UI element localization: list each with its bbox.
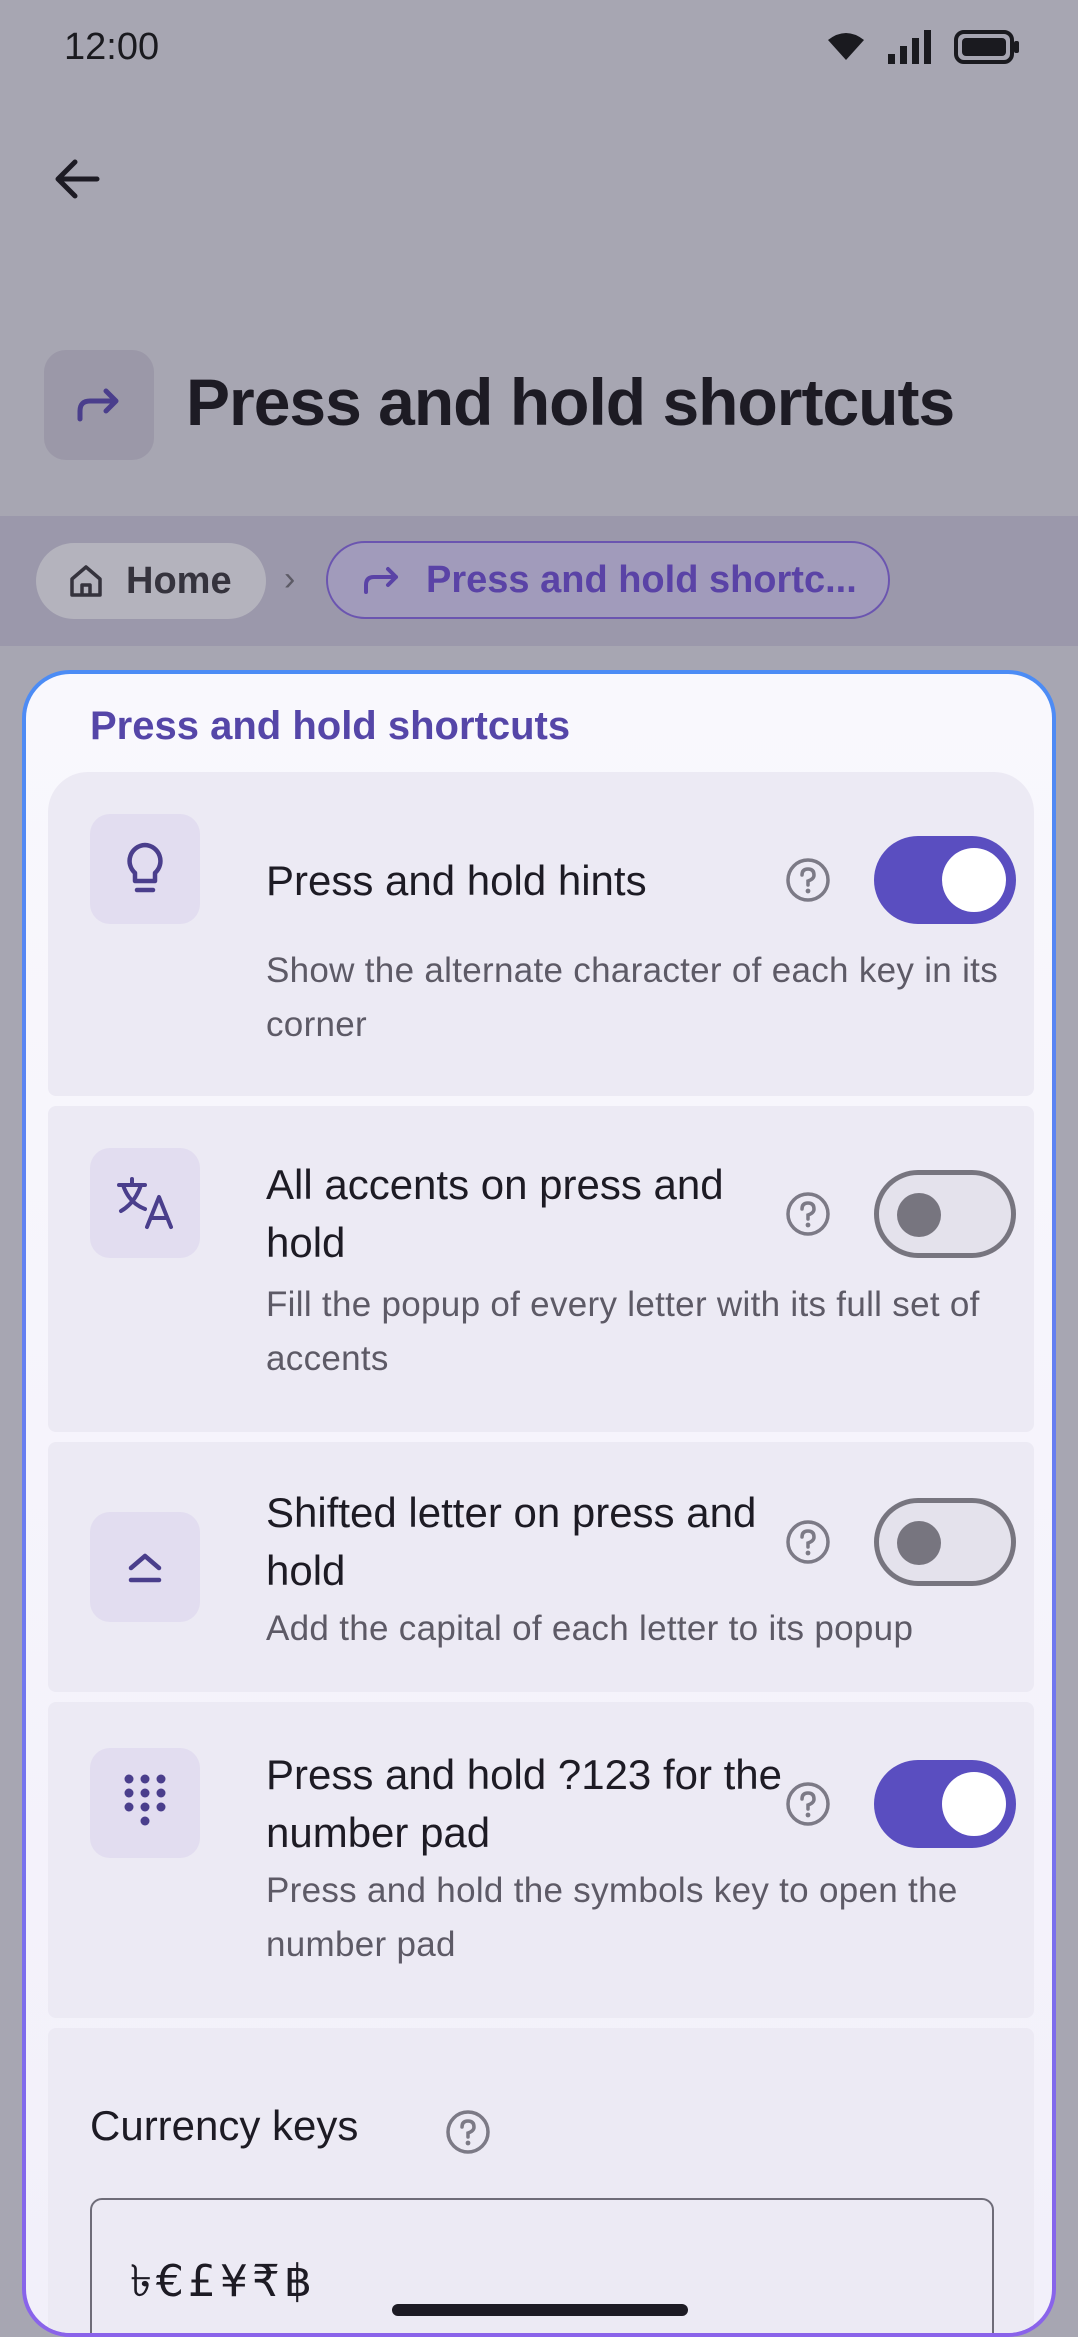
breadcrumb-home-label: Home bbox=[126, 559, 232, 602]
lightbulb-icon bbox=[127, 842, 163, 893]
toggle-knob bbox=[897, 1193, 941, 1237]
status-icons bbox=[826, 30, 1020, 64]
setting-description: Press and hold the symbols key to open t… bbox=[266, 1871, 958, 1964]
section-title: Press and hold shortcuts bbox=[90, 704, 571, 748]
setting-all-accents[interactable]: All accents on press and hold Fill the p… bbox=[48, 1106, 1034, 1432]
toggle-all-accents[interactable] bbox=[874, 1170, 1016, 1258]
status-time: 12:00 bbox=[64, 26, 160, 68]
breadcrumb-current[interactable]: Press and hold shortc... bbox=[326, 541, 890, 619]
help-icon[interactable] bbox=[784, 856, 832, 904]
currency-keys-section: Currency keys ৳€£¥₹฿ bbox=[48, 2028, 1034, 2333]
setting-icon-box bbox=[90, 1512, 200, 1622]
wifi-icon bbox=[828, 33, 864, 60]
help-icon[interactable] bbox=[784, 1190, 832, 1238]
toggle-press-and-hold-hints[interactable] bbox=[874, 836, 1016, 924]
help-icon[interactable] bbox=[784, 1780, 832, 1828]
back-button[interactable] bbox=[44, 146, 110, 212]
home-icon bbox=[70, 565, 102, 597]
battery-icon bbox=[954, 30, 1019, 64]
home-indicator[interactable] bbox=[392, 2304, 688, 2316]
setting-icon-box bbox=[90, 1748, 200, 1858]
setting-title: Press and hold ?123 for the number pad bbox=[266, 1751, 783, 1856]
setting-icon-box bbox=[90, 814, 200, 924]
title-icon-box bbox=[44, 350, 154, 460]
page-title: Press and hold shortcuts bbox=[186, 365, 955, 439]
dialpad-icon bbox=[124, 1774, 166, 1826]
settings-card: Press and hold shortcuts Press and hold … bbox=[22, 670, 1056, 2337]
help-icon[interactable] bbox=[784, 1518, 832, 1566]
setting-description: Show the alternate character of each key… bbox=[266, 951, 998, 1044]
setting-number-pad[interactable]: Press and hold ?123 for the number pad P… bbox=[48, 1702, 1034, 2018]
translate-icon bbox=[117, 1177, 173, 1229]
status-bar: 12:00 bbox=[0, 0, 1078, 100]
setting-title: All accents on press and hold bbox=[266, 1161, 724, 1266]
signal-icon bbox=[888, 30, 931, 64]
setting-icon-box bbox=[90, 1148, 200, 1258]
setting-press-and-hold-hints[interactable]: Press and hold hints Show the alternate … bbox=[48, 772, 1034, 1096]
toggle-knob bbox=[942, 1772, 1006, 1836]
redo-arrow-icon bbox=[77, 388, 119, 422]
setting-title: Shifted letter on press and hold bbox=[266, 1489, 757, 1594]
toggle-knob bbox=[897, 1521, 941, 1565]
currency-keys-value: ৳€£¥₹฿ bbox=[130, 2256, 316, 2307]
breadcrumb-current-label: Press and hold shortc... bbox=[426, 558, 857, 601]
setting-shifted-letter[interactable]: Shifted letter on press and hold Add the… bbox=[48, 1442, 1034, 1692]
breadcrumb-home[interactable]: Home bbox=[36, 543, 266, 619]
toggle-number-pad[interactable] bbox=[874, 1760, 1016, 1848]
arrow-back-icon bbox=[55, 159, 100, 199]
setting-description: Fill the popup of every letter with its … bbox=[266, 1285, 980, 1378]
breadcrumb-separator: › bbox=[284, 560, 296, 598]
toggle-shifted-letter[interactable] bbox=[874, 1498, 1016, 1586]
help-icon[interactable] bbox=[444, 2108, 492, 2156]
shift-icon bbox=[128, 1553, 162, 1583]
currency-keys-label: Currency keys bbox=[90, 2102, 359, 2149]
redo-arrow-icon bbox=[364, 567, 398, 594]
toggle-knob bbox=[942, 848, 1006, 912]
setting-description: Add the capital of each letter to its po… bbox=[266, 1609, 914, 1648]
setting-title: Press and hold hints bbox=[266, 857, 647, 904]
